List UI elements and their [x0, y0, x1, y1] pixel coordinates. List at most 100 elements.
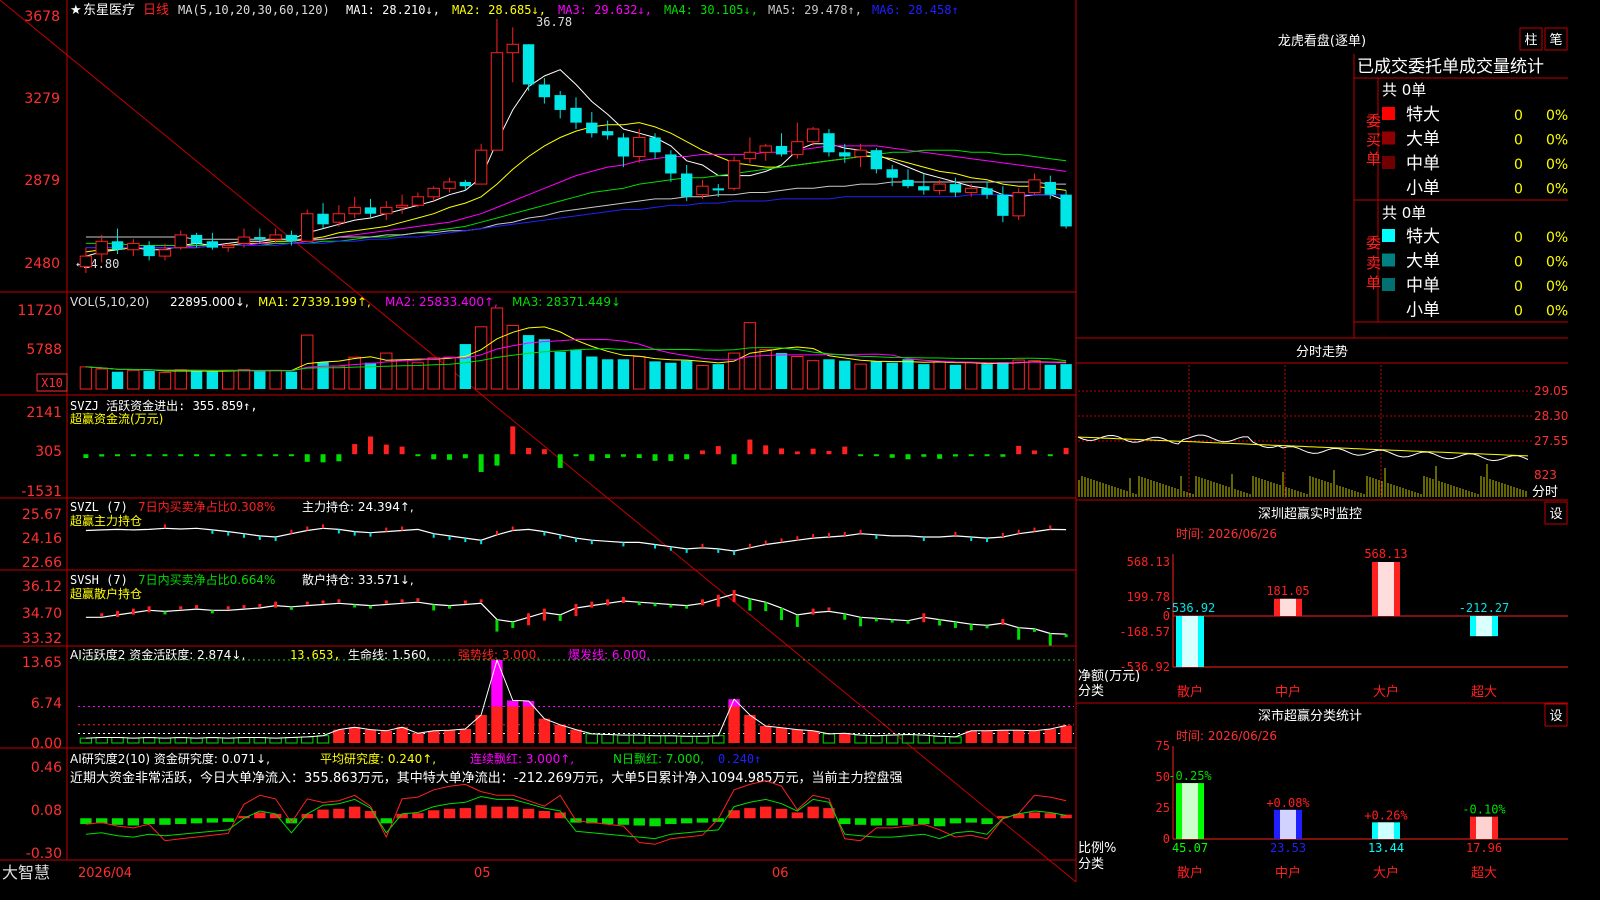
svzj-bar [526, 447, 532, 455]
svzj-bar [747, 439, 753, 455]
sell-side-label-2: 卖 [1366, 254, 1381, 272]
volume-bar-down [775, 353, 788, 389]
order-color-swatch [1382, 278, 1395, 291]
svzl-tick: 24.16 [22, 531, 62, 547]
svsh-tick [1017, 627, 1021, 640]
column-mode-label[interactable]: 柱 [1524, 33, 1537, 48]
svzj-bar [573, 454, 579, 457]
order-count: 0 [1514, 230, 1523, 246]
candle-body-up [1012, 192, 1025, 217]
svzj-bar [304, 454, 310, 462]
volume-bar-down [1044, 364, 1056, 389]
svzj-bar [494, 454, 500, 466]
sell-order-table: 共 0单 委 卖 单 特大 0 0% 大单 0 0% 中单 0 0% 小单 0 0% [1366, 204, 1568, 321]
ai-active-bar [348, 727, 361, 743]
svzj-bar [1063, 447, 1069, 455]
svsh-tick [811, 608, 815, 615]
minute-axis: 29.05 28.30 27.55 823 [1534, 384, 1568, 482]
ai-active-bar-low [142, 737, 156, 744]
sz-monitor-title: 深圳超赢实时监控 [1258, 506, 1362, 522]
svsh-tick [368, 605, 372, 609]
svsh-tick [384, 600, 388, 604]
volume-bar-up [806, 360, 820, 390]
volume-bar-down [617, 359, 630, 389]
ai-research-p4: 0.240↑ [718, 752, 761, 766]
ai-active-bar [396, 727, 408, 743]
cls-settings-label[interactable]: 设 [1549, 709, 1562, 724]
svzj-bar [605, 454, 611, 459]
svsh-tick [226, 606, 230, 610]
sz-bar-shine [1280, 598, 1296, 616]
svzj-bar [241, 454, 247, 457]
tick-mode-label[interactable]: 笔 [1549, 32, 1562, 48]
candle-body-up [490, 52, 504, 151]
volume-bar-up [411, 362, 425, 390]
ai-research-bar [886, 818, 898, 826]
lhb-title: 龙虎看盘(逐单) [1278, 33, 1366, 49]
candle-body-down [870, 150, 883, 170]
svzj-bar [462, 454, 468, 459]
ai-active-line [85, 658, 1067, 739]
svzj-bar [415, 454, 421, 457]
svzj-bar [699, 450, 705, 455]
ai-research-bar [807, 806, 819, 819]
cls-ratio-chart: 7550250-0.25%45.07散户+0.08%23.53中户+0.26%1… [1156, 739, 1568, 881]
candle-body-up [79, 255, 93, 268]
cls-category: 超大 [1471, 866, 1497, 881]
date-tick: 06 [772, 866, 789, 881]
sz-bar-label: -536.92 [1165, 601, 1216, 615]
candle-body-down [981, 188, 993, 195]
ai-research-bar [728, 810, 740, 819]
candle-body-up [221, 245, 235, 249]
ai-research-bar [380, 818, 392, 824]
volume-bar-up [933, 361, 946, 390]
period-label[interactable]: 日线 [143, 3, 169, 18]
volume-bars [79, 307, 1072, 390]
sz-settings-label[interactable]: 设 [1549, 507, 1562, 522]
volume-bar-up [95, 368, 108, 390]
svsh-tick [511, 621, 515, 628]
stock-name[interactable]: 东星医疗 [83, 3, 135, 18]
buy-side-label-1: 委 [1366, 112, 1381, 130]
sell-side-label-3: 单 [1366, 274, 1381, 292]
volume-bar-down [949, 364, 962, 389]
minute-title: 分时走势 [1296, 344, 1348, 360]
sz-category: 大户 [1373, 684, 1399, 700]
candle-body-up [474, 149, 488, 185]
volume-bar-down [918, 364, 930, 389]
svzj-bar [115, 454, 121, 457]
ai-active-bar-low [253, 737, 267, 744]
date-tick: 05 [474, 866, 491, 881]
volume-bar-down [285, 371, 298, 389]
sz-bar-label: 568.13 [1364, 547, 1407, 561]
vol-ma1: MA1: 27339.199↑, [258, 295, 371, 309]
svzj-bar [431, 454, 437, 460]
svsh-tick [147, 606, 151, 613]
svzj-bar [194, 454, 200, 457]
candle-body-down [665, 154, 677, 174]
ai-active-bar [522, 706, 535, 743]
volume-bar-up [221, 369, 235, 390]
svsh-tick [938, 619, 942, 626]
candle-body-up [933, 183, 946, 191]
candle-body-up [427, 187, 440, 198]
ai-research-bar [443, 808, 456, 819]
ai-active-bar [364, 729, 377, 743]
ai-research-tick: 0.46 [31, 760, 62, 776]
candle-body-up [791, 141, 804, 155]
svzj-bar [810, 448, 816, 455]
volume-bar-up [127, 369, 140, 390]
ai-active-bar [791, 729, 804, 743]
svzj-bar [336, 454, 342, 462]
svsh-tick [131, 608, 135, 615]
ai-research-bar [601, 818, 614, 825]
cls-axis-tick: 25 [1156, 801, 1170, 815]
ai-research-bar [933, 818, 946, 827]
cls-change-label: -0.25% [1168, 769, 1212, 783]
ai-active-bar [443, 730, 456, 743]
candle-body-down [538, 84, 551, 98]
svsh-title: SVSH (7) [70, 573, 128, 587]
volume-bar-down [206, 371, 219, 389]
vol-ma3: MA3: 28371.449↓ [512, 295, 621, 309]
ai-active-bar [981, 730, 993, 743]
